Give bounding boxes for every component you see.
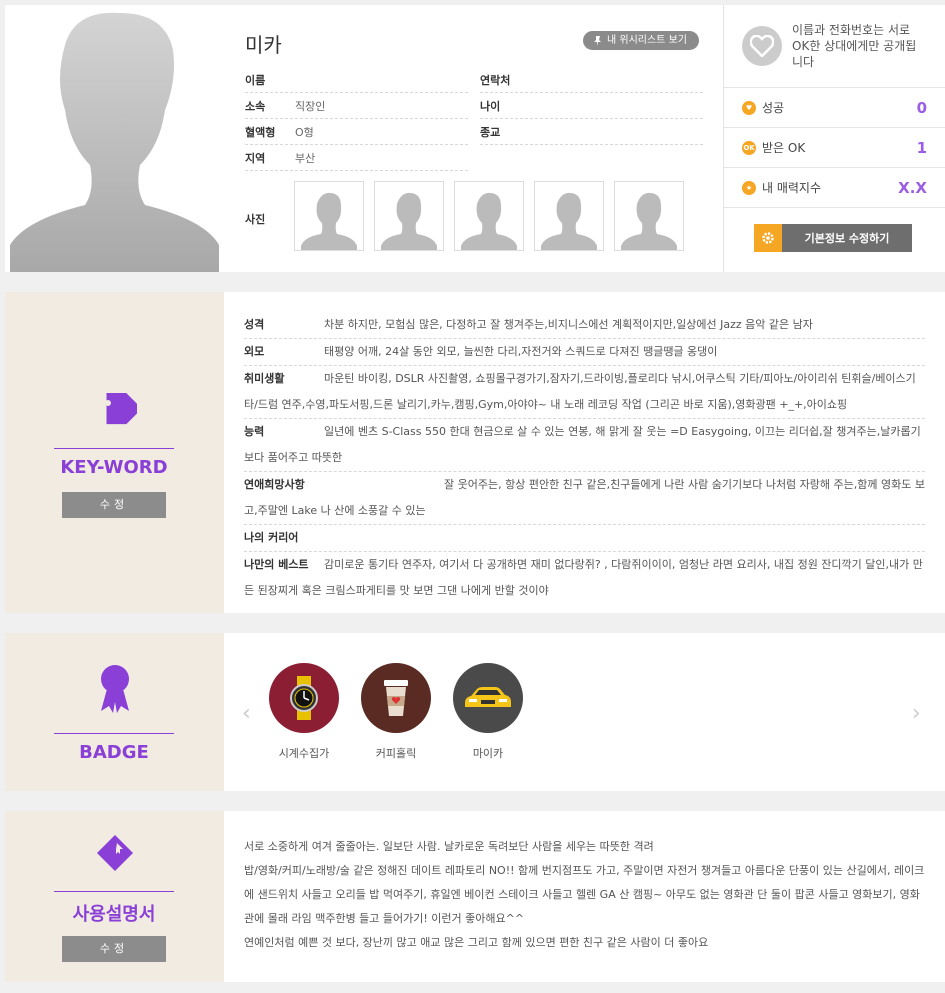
coffee-cup-icon — [361, 663, 431, 733]
heart-icon: ♥ — [742, 100, 756, 115]
manual-line: 연예인처럼 예쁜 것 보다, 장난끼 많고 애교 많은 그리고 함께 있으면 편… — [244, 936, 709, 949]
photos-label: 사진 — [245, 213, 266, 226]
manual-text: 서로 소중하게 여겨 줄줄아는. 일보단 사람. 날카로운 독려보단 사람을 세… — [244, 835, 925, 955]
keyword-edit-button[interactable]: 수정 — [62, 492, 166, 518]
keyword-row-ability: 능력 일년에 벤츠 S-Class 550 한대 현금으로 살 수 있는 연봉, … — [244, 419, 925, 472]
manual-line: 서로 소중하게 여겨 줄줄아는. 일보단 사람. 날카로운 독려보단 사람을 세… — [244, 840, 654, 853]
photo-gallery — [294, 181, 684, 251]
stat-charm-index: ★ 내 매력지수 X.X — [724, 168, 945, 208]
info-row-age: 나이 — [480, 93, 703, 119]
info-row-contact: 연락처 — [480, 67, 703, 93]
badge-section: BADGE ‹ › 시계수집가 커피홀릭 마이카 — [5, 633, 945, 791]
keyword-row-dating-wish: 연애희망사항 잘 웃어주는, 항상 편안한 친구 같은,친구들에게 나란 사람 숨… — [244, 472, 925, 525]
info-row-religion: 종교 — [480, 119, 703, 145]
edit-basic-info-button[interactable]: 기본정보 수정하기 — [754, 224, 912, 252]
watch-icon — [269, 663, 339, 733]
manual-edit-button[interactable]: 수정 — [62, 936, 166, 962]
badge-label: 시계수집가 — [278, 747, 330, 760]
profile-side-panel: 이름과 전화번호는 서로OK한 상대에게만 공개됩니다 ♥ 성공 0 OK 받은… — [723, 5, 945, 272]
price-tag-icon — [105, 393, 137, 425]
photo-thumb[interactable] — [454, 181, 524, 251]
photo-thumb[interactable] — [374, 181, 444, 251]
keyword-row-personality: 성격 차분 하지만, 모험심 많은, 다정하고 잘 챙겨주는,비지니스에선 계획적… — [244, 312, 925, 339]
info-column-right: 연락처 나이 종교 — [480, 67, 703, 145]
manual-line: 밥/영화/커피/노래방/술 같은 정해진 데이트 레파토리 NO!! 함께 번지… — [244, 864, 925, 925]
keyword-title: KEY-WORD — [54, 448, 174, 478]
pin-icon — [594, 35, 601, 46]
info-row-blood: 혈액형 O형 — [245, 119, 468, 145]
badge-list: 시계수집가 커피홀릭 마이카 — [269, 663, 523, 761]
manual-book-icon — [97, 835, 133, 871]
badge-coffee-holic[interactable]: 커피홀릭 — [361, 663, 431, 761]
badge-title: BADGE — [54, 733, 174, 763]
info-column-left: 이름 소속 직장인 혈액형 O형 지역 부산 — [245, 67, 468, 171]
keyword-row-best: 나만의 베스트 감미로운 통기타 연주자, 여기서 다 공개하면 재미 없다랑쥐?… — [244, 558, 923, 597]
badge-label: 마이카 — [472, 747, 504, 760]
keyword-row-appearance: 외모 태평양 어깨, 24살 동안 외모, 늘씬한 다리,자전거와 스쿼드로 다져… — [244, 339, 925, 366]
star-icon: ★ — [742, 180, 756, 195]
badge-tag-panel: BADGE — [5, 633, 224, 791]
manual-tag-panel: 사용설명서 수정 — [5, 811, 224, 982]
manual-title: 사용설명서 — [54, 891, 174, 926]
ribbon-icon — [101, 665, 129, 713]
keyword-section: KEY-WORD 수정 성격 차분 하지만, 모험심 많은, 다정하고 잘 챙겨주… — [5, 292, 945, 613]
chevron-right-icon[interactable]: › — [912, 701, 921, 726]
photo-thumb[interactable] — [534, 181, 604, 251]
privacy-note-text: 이름과 전화번호는 서로OK한 상대에게만 공개됩니다 — [792, 23, 917, 69]
keyword-row-hobby: 취미생활 마운틴 바이킹, DSLR 사진촬영, 쇼핑몰구경가기,잠자기,드라이빙… — [244, 366, 925, 419]
profile-avatar — [5, 5, 225, 272]
gear-icon — [754, 224, 782, 252]
badge-label: 커피홀릭 — [375, 747, 417, 760]
ok-icon: OK — [742, 140, 756, 155]
keyword-tag-panel: KEY-WORD 수정 — [5, 292, 224, 613]
car-icon — [453, 663, 523, 733]
privacy-note: 이름과 전화번호는 서로OK한 상대에게만 공개됩니다 — [724, 5, 945, 88]
chevron-left-icon[interactable]: ‹ — [242, 701, 251, 726]
wishlist-label: 내 위시리스트 보기 — [607, 35, 687, 46]
keyword-list: 성격 차분 하지만, 모험심 많은, 다정하고 잘 챙겨주는,비지니스에선 계획적… — [244, 312, 925, 604]
manual-section: 사용설명서 수정 서로 소중하게 여겨 줄줄아는. 일보단 사람. 날카로운 독… — [5, 811, 945, 982]
info-row-affiliation: 소속 직장인 — [245, 93, 468, 119]
stat-received-ok: OK 받은 OK 1 — [724, 128, 945, 168]
photo-thumb[interactable] — [614, 181, 684, 251]
badge-watch-collector[interactable]: 시계수집가 — [269, 663, 339, 761]
info-row-name: 이름 — [245, 67, 468, 93]
photo-thumb[interactable] — [294, 181, 364, 251]
profile-card: 미카 내 위시리스트 보기 이름 소속 직장인 혈액형 O형 지역 부산 연락처 나이… — [5, 5, 945, 272]
wishlist-button[interactable]: 내 위시리스트 보기 — [583, 31, 699, 50]
stat-success: ♥ 성공 0 — [724, 88, 945, 128]
heart-lock-icon — [742, 26, 782, 66]
badge-my-car[interactable]: 마이카 — [453, 663, 523, 761]
keyword-row-career: 나의 커리어 — [244, 525, 925, 552]
info-row-region: 지역 부산 — [245, 145, 468, 171]
profile-name: 미카 — [245, 33, 282, 57]
